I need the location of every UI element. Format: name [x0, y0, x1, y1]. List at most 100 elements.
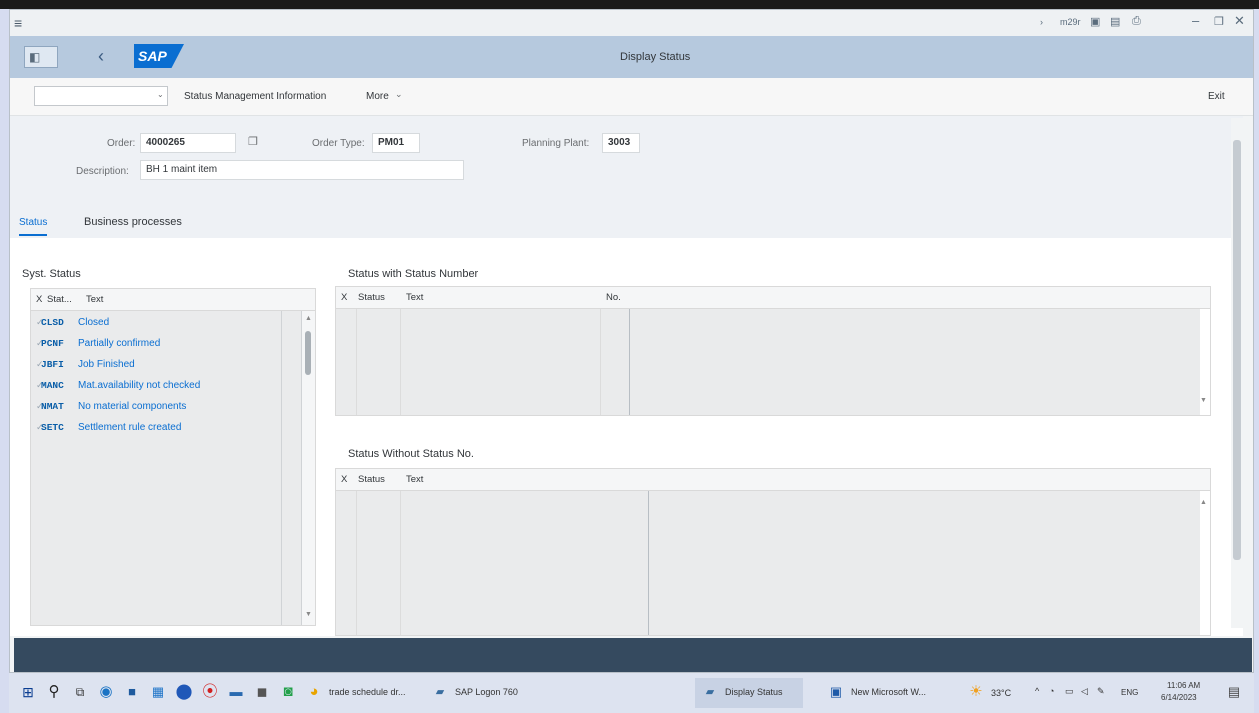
column-divider — [629, 309, 630, 415]
table-body — [336, 309, 1200, 415]
teams-icon[interactable]: ⬤ — [173, 681, 195, 703]
page-scrollbar[interactable] — [1231, 118, 1243, 628]
table-body — [336, 491, 1200, 635]
col-header-text[interactable]: Text — [406, 474, 423, 485]
planning-plant-label: Planning Plant: — [522, 138, 590, 149]
scroll-up-icon[interactable]: ▲ — [305, 315, 312, 322]
tray-chevron-icon[interactable]: ^ — [1035, 686, 1039, 696]
status-code: PCNF — [41, 338, 64, 349]
office-icon[interactable]: ■ — [121, 681, 143, 703]
clock-time[interactable]: 11:06 AM — [1167, 681, 1200, 690]
display-icon[interactable]: ▭ — [1065, 686, 1074, 697]
print-icon[interactable]: ⎙ — [1132, 15, 1141, 28]
column-divider — [356, 491, 357, 635]
order-label: Order: — [107, 138, 136, 149]
col-header-status[interactable]: Status — [358, 292, 385, 303]
scroll-down-icon[interactable]: ▼ — [1200, 397, 1207, 404]
status-management-button[interactable]: Status Management Information — [184, 91, 326, 102]
syst-status-table: X Stat... Text ✓ CLSD Closed ✓ PCNF Part… — [30, 288, 316, 626]
clock-date[interactable]: 6/14/2023 — [1161, 693, 1197, 702]
column-divider — [356, 309, 357, 415]
col-header-x[interactable]: X — [341, 474, 347, 485]
table-row[interactable]: ✓ CLSD Closed — [31, 313, 281, 334]
status-code: MANC — [41, 380, 64, 391]
vertical-scrollbar[interactable]: ▲ ▼ — [301, 311, 315, 625]
command-field[interactable]: ⌄ — [34, 86, 168, 106]
page-title: Display Status — [620, 51, 691, 63]
status-with-number-title: Status with Status Number — [348, 268, 479, 280]
table-row[interactable]: ✓ PCNF Partially confirmed — [31, 334, 281, 355]
calendar-icon[interactable]: ▦ — [147, 681, 169, 703]
status-text: Job Finished — [78, 359, 135, 370]
status-code: JBFI — [41, 359, 64, 370]
page-scrollbar-thumb[interactable] — [1233, 140, 1241, 560]
status-bar — [14, 638, 1252, 672]
taskbar-item-label: trade schedule dr... — [329, 687, 406, 697]
more-button[interactable]: More — [366, 91, 389, 102]
chevron-left-icon[interactable]: ‹ — [98, 46, 104, 67]
scroll-up-icon[interactable]: ▲ — [1200, 499, 1207, 506]
col-header-text[interactable]: Text — [86, 294, 103, 305]
save-icon[interactable]: ▣ — [1090, 15, 1100, 28]
tab-business-processes[interactable]: Business processes — [84, 216, 182, 228]
exit-button[interactable]: Exit — [1208, 91, 1225, 102]
status-code: CLSD — [41, 317, 64, 328]
close-icon[interactable]: ✕ — [1234, 13, 1245, 29]
syst-status-title: Syst. Status — [22, 268, 81, 280]
windows-taskbar: ⊞ ⚲ ⧉ ◉ ■ ▦ ⬤ ⦿ ▬ ◼ ◙ ◕ trade schedule d… — [9, 673, 1254, 713]
sap-logo-text: SAP — [138, 48, 167, 64]
description-field[interactable]: BH 1 maint item — [140, 160, 464, 180]
menu-button[interactable]: ◧ — [24, 46, 58, 68]
status-text: Closed — [78, 317, 110, 328]
notification-icon[interactable]: ▤ — [1223, 681, 1245, 703]
taskbar-item-word[interactable]: New Microsoft W... — [825, 680, 943, 706]
folder-icon[interactable]: ▬ — [225, 681, 247, 703]
minimize-icon[interactable]: – — [1192, 13, 1199, 28]
maximize-icon[interactable]: ❐ — [1214, 15, 1224, 28]
scroll-down-icon[interactable]: ▼ — [305, 611, 312, 618]
table-header: X Status Text No. — [336, 287, 1210, 309]
language-indicator[interactable]: ENG — [1121, 688, 1138, 697]
network-icon[interactable]: ◔ — [1049, 686, 1054, 696]
store-icon[interactable]: ◼ — [251, 681, 273, 703]
copy-icon[interactable]: ❐ — [248, 135, 258, 148]
record-icon[interactable]: ⦿ — [199, 681, 221, 703]
task-view-icon[interactable]: ⧉ — [69, 681, 91, 703]
order-type-field[interactable]: PM01 — [372, 133, 420, 153]
col-header-number[interactable]: No. — [606, 292, 621, 303]
col-header-status[interactable]: Stat... — [47, 294, 72, 305]
order-field[interactable]: 4000265 — [140, 133, 236, 153]
layout-icon[interactable]: ▤ — [1110, 15, 1120, 28]
more-chevron-icon: ⌄ — [395, 89, 403, 99]
col-header-status[interactable]: Status — [358, 474, 385, 485]
hamburger-icon[interactable]: ≡ — [14, 15, 22, 31]
tab-status[interactable]: Status — [19, 216, 48, 236]
table-row[interactable]: ✓ NMAT No material components — [31, 397, 281, 418]
pen-icon[interactable]: ✎ — [1097, 686, 1105, 697]
table-row[interactable]: ✓ SETC Settlement rule created — [31, 418, 281, 439]
taskbar-item-display-status[interactable]: Display Status — [699, 680, 799, 706]
weather-temp[interactable]: 33°C — [991, 688, 1011, 698]
volume-icon[interactable]: ◁ — [1081, 686, 1088, 697]
sap-logo: SAP — [134, 44, 184, 68]
table-body: ✓ CLSD Closed ✓ PCNF Partially confirmed… — [31, 311, 281, 625]
col-header-x[interactable]: X — [341, 292, 347, 303]
scrollbar-thumb[interactable] — [305, 331, 311, 375]
table-row[interactable]: ✓ JBFI Job Finished — [31, 355, 281, 376]
windows-start-icon[interactable]: ⊞ — [17, 681, 39, 703]
col-header-x[interactable]: X — [36, 294, 42, 305]
expand-icon[interactable]: › — [1040, 17, 1043, 27]
taskbar-item-sap-logon[interactable]: SAP Logon 760 — [429, 680, 539, 706]
taskbar-item-label: Display Status — [725, 687, 783, 697]
taskbar-item-chrome[interactable]: trade schedule dr... — [303, 680, 421, 706]
col-header-text[interactable]: Text — [406, 292, 423, 303]
table-header: X Stat... Text — [31, 289, 315, 311]
edge-icon[interactable]: ◉ — [95, 681, 117, 703]
search-icon[interactable]: ⚲ — [43, 681, 65, 703]
planning-plant-field[interactable]: 3003 — [602, 133, 640, 153]
status-text: Mat.availability not checked — [78, 380, 201, 391]
weather-icon[interactable]: ☀ — [965, 681, 987, 703]
status-without-number-table: X Status Text ▲ — [335, 468, 1211, 636]
table-row[interactable]: ✓ MANC Mat.availability not checked — [31, 376, 281, 397]
whatsapp-icon[interactable]: ◙ — [277, 681, 299, 703]
